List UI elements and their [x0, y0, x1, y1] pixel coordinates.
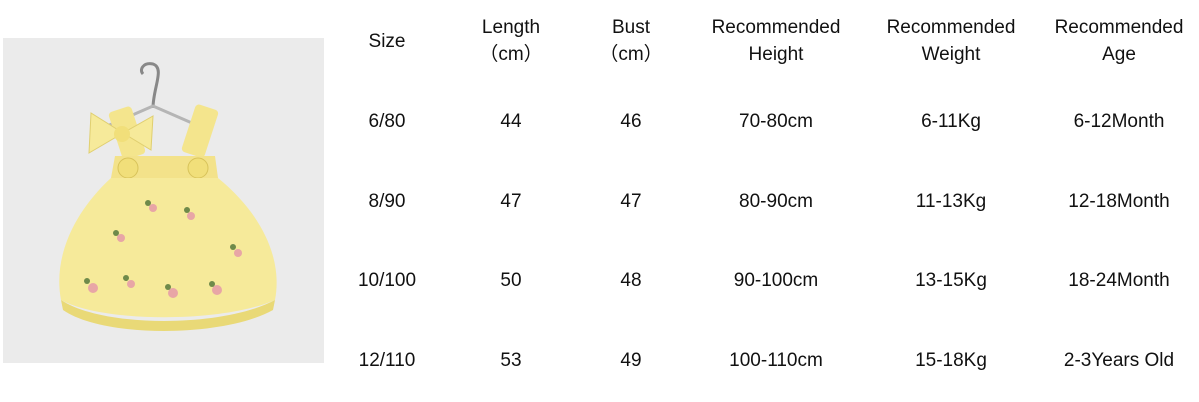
table-cell: 53: [500, 350, 522, 371]
table-cell: 80-90cm: [739, 191, 813, 212]
table-cell: 70-80cm: [739, 111, 813, 132]
header-size: Size: [368, 31, 406, 52]
table-cell: 50: [500, 270, 522, 291]
table-cell: 10/100: [357, 270, 417, 291]
product-photo: [3, 38, 324, 363]
table-cell: 47: [500, 191, 522, 212]
table-cell: 48: [620, 270, 642, 291]
header-recommended-weight: Recommended Weight: [886, 17, 1016, 65]
header-recommended-height: Recommended Height: [711, 17, 841, 65]
table-cell: 2-3Years Old: [1063, 350, 1175, 371]
header-length: Length （cm）: [479, 17, 543, 65]
table-cell: 8/90: [368, 191, 406, 212]
table-cell: 18-24Month: [1068, 270, 1170, 291]
table-cell: 47: [620, 191, 642, 212]
skirt: [59, 178, 277, 318]
table-cell: 13-15Kg: [915, 270, 987, 291]
table-cell: 6-11Kg: [921, 111, 981, 132]
table-cell: 6/80: [368, 111, 406, 132]
table-cell: 12/110: [358, 350, 416, 371]
table-cell: 15-18Kg: [915, 350, 987, 371]
table-cell: 12-18Month: [1068, 191, 1170, 212]
right-strap: [181, 104, 219, 158]
table-cell: 90-100cm: [733, 270, 819, 291]
header-recommended-age: Recommended Age: [1054, 17, 1184, 65]
hanger-hook: [139, 62, 160, 109]
table-cell: 46: [620, 111, 642, 132]
header-bust: Bust （cm）: [599, 17, 663, 65]
table-cell: 49: [620, 350, 642, 371]
table-cell: 11-13Kg: [915, 191, 987, 212]
table-cell: 6-12Month: [1073, 111, 1165, 132]
dress-illustration: [59, 62, 277, 331]
table-cell: 44: [500, 111, 522, 132]
table-cell: 100-110cm: [729, 350, 823, 371]
